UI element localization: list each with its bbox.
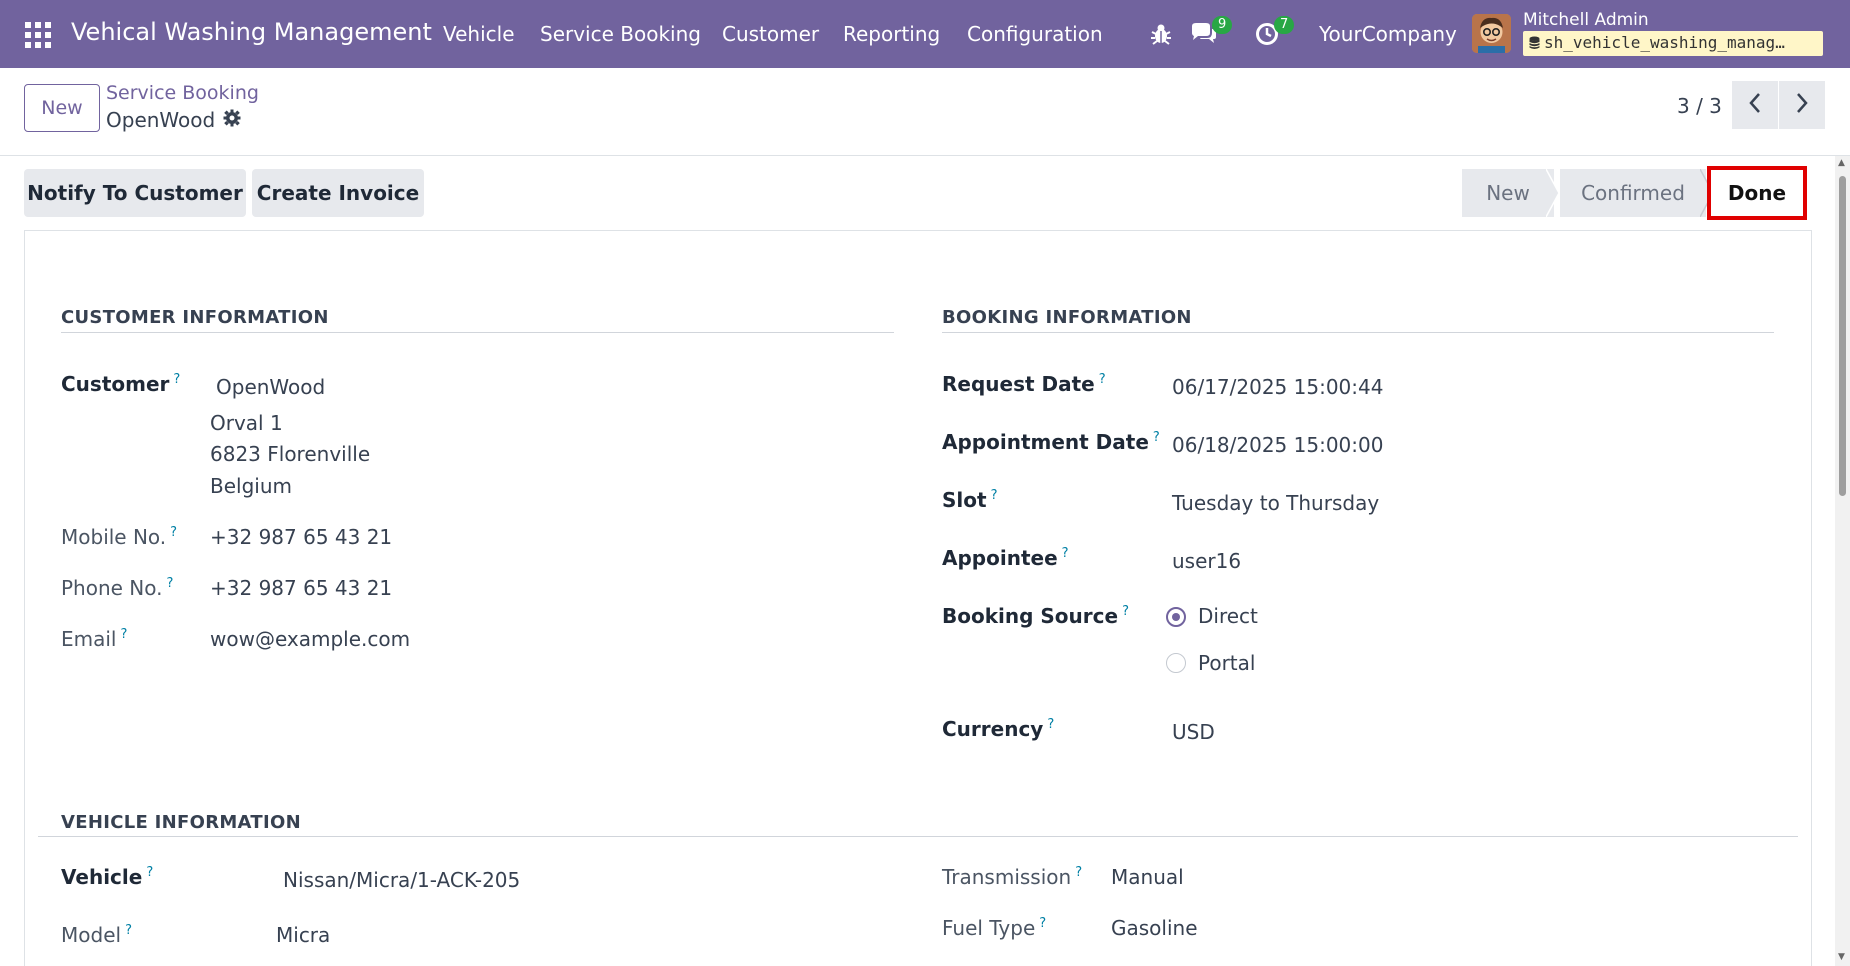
phone-label: Phone No.? bbox=[61, 576, 174, 600]
help-icon[interactable]: ? bbox=[125, 923, 132, 938]
breadcrumb[interactable]: Service Booking bbox=[106, 82, 259, 104]
customer-field[interactable]: OpenWood bbox=[216, 375, 325, 399]
help-icon[interactable]: ? bbox=[1062, 546, 1069, 561]
transmission-field[interactable]: Manual bbox=[1111, 865, 1184, 889]
mobile-label: Mobile No.? bbox=[61, 525, 178, 549]
chevron-right-icon bbox=[1795, 92, 1809, 118]
top-navbar: Vehical Washing Management Vehicle Servi… bbox=[0, 0, 1850, 68]
menu-service-booking[interactable]: Service Booking bbox=[540, 22, 701, 46]
appointment-date-label: Appointment Date? bbox=[942, 430, 1160, 454]
radio-portal[interactable] bbox=[1166, 653, 1186, 673]
help-icon[interactable]: ? bbox=[1099, 372, 1106, 387]
help-icon[interactable]: ? bbox=[1039, 916, 1046, 931]
radio-direct-label[interactable]: Direct bbox=[1198, 604, 1258, 628]
pager-value[interactable]: 3 / 3 bbox=[1677, 94, 1722, 118]
pager-previous-button[interactable] bbox=[1732, 81, 1778, 129]
app-title[interactable]: Vehical Washing Management bbox=[71, 18, 432, 46]
record-name-wrap: OpenWood bbox=[106, 108, 241, 132]
chevron-left-icon bbox=[1748, 92, 1762, 118]
customer-section-title: CUSTOMER INFORMATION bbox=[61, 307, 329, 328]
help-icon[interactable]: ? bbox=[1075, 865, 1082, 880]
vehicle-section-title: VEHICLE INFORMATION bbox=[61, 812, 301, 833]
transmission-label: Transmission? bbox=[942, 865, 1083, 889]
control-panel: New Service Booking OpenWood 3 / 3 bbox=[0, 68, 1850, 156]
help-icon[interactable]: ? bbox=[991, 488, 998, 503]
pager-next-button[interactable] bbox=[1779, 81, 1825, 129]
database-name: sh_vehicle_washing_manag… bbox=[1544, 33, 1785, 52]
help-icon[interactable]: ? bbox=[173, 372, 180, 387]
notify-customer-button[interactable]: Notify To Customer bbox=[24, 169, 246, 217]
company-switcher[interactable]: YourCompany bbox=[1319, 22, 1457, 46]
customer-section-rule bbox=[61, 332, 894, 333]
booking-section-rule bbox=[942, 332, 1774, 333]
help-icon[interactable]: ? bbox=[167, 576, 174, 591]
fuel-type-label: Fuel Type? bbox=[942, 916, 1047, 940]
vehicle-field[interactable]: Nissan/Micra/1-ACK-205 bbox=[283, 868, 520, 892]
scrollbar-thumb[interactable] bbox=[1839, 176, 1846, 496]
customer-label: Customer? bbox=[61, 372, 181, 396]
appointee-field[interactable]: user16 bbox=[1172, 549, 1241, 573]
help-icon[interactable]: ? bbox=[1122, 604, 1129, 619]
gear-icon[interactable] bbox=[223, 108, 241, 132]
help-icon[interactable]: ? bbox=[1153, 430, 1160, 445]
address-line-1: Orval 1 bbox=[210, 411, 283, 435]
slot-field[interactable]: Tuesday to Thursday bbox=[1172, 491, 1379, 515]
avatar[interactable] bbox=[1472, 14, 1511, 53]
address-line-3: Belgium bbox=[210, 474, 292, 498]
radio-direct[interactable] bbox=[1166, 607, 1186, 627]
help-icon[interactable]: ? bbox=[170, 525, 177, 540]
vehicle-label: Vehicle? bbox=[61, 865, 154, 889]
email-field[interactable]: wow@example.com bbox=[210, 627, 410, 651]
create-invoice-button[interactable]: Create Invoice bbox=[252, 169, 424, 217]
database-badge: sh_vehicle_washing_manag… bbox=[1523, 31, 1823, 56]
status-arrow bbox=[1546, 169, 1560, 217]
record-name: OpenWood bbox=[106, 108, 216, 132]
menu-configuration[interactable]: Configuration bbox=[967, 22, 1103, 46]
vehicle-section-rule bbox=[38, 836, 1798, 837]
menu-customer[interactable]: Customer bbox=[722, 22, 819, 46]
apps-icon[interactable] bbox=[25, 22, 51, 48]
scroll-down-icon[interactable]: ▼ bbox=[1838, 952, 1845, 962]
currency-label: Currency? bbox=[942, 717, 1055, 741]
request-date-field[interactable]: 06/17/2025 15:00:44 bbox=[1172, 375, 1383, 399]
help-icon[interactable]: ? bbox=[146, 865, 153, 880]
email-label: Email? bbox=[61, 627, 128, 651]
appointee-label: Appointee? bbox=[942, 546, 1069, 570]
address-line-2: 6823 Florenville bbox=[210, 442, 371, 466]
appointment-date-field[interactable]: 06/18/2025 15:00:00 bbox=[1172, 433, 1383, 457]
help-icon[interactable]: ? bbox=[1047, 717, 1054, 732]
booking-source-label: Booking Source? bbox=[942, 604, 1129, 628]
new-button[interactable]: New bbox=[24, 84, 100, 132]
activities-count-badge: 7 bbox=[1274, 16, 1295, 34]
status-confirmed[interactable]: Confirmed bbox=[1560, 169, 1706, 217]
bug-icon[interactable] bbox=[1150, 22, 1172, 50]
model-label: Model? bbox=[61, 923, 132, 947]
menu-vehicle[interactable]: Vehicle bbox=[443, 22, 515, 46]
request-date-label: Request Date? bbox=[942, 372, 1106, 396]
booking-section-title: BOOKING INFORMATION bbox=[942, 307, 1192, 328]
scrollbar[interactable]: ▲ ▼ bbox=[1835, 156, 1850, 966]
currency-field[interactable]: USD bbox=[1172, 720, 1215, 744]
messages-count-badge: 9 bbox=[1212, 16, 1233, 34]
phone-field[interactable]: +32 987 65 43 21 bbox=[210, 576, 392, 600]
status-done[interactable]: Done bbox=[1707, 166, 1807, 220]
fuel-type-field[interactable]: Gasoline bbox=[1111, 916, 1198, 940]
help-icon[interactable]: ? bbox=[121, 627, 128, 642]
model-field[interactable]: Micra bbox=[276, 923, 330, 947]
radio-portal-label[interactable]: Portal bbox=[1198, 651, 1255, 675]
user-name[interactable]: Mitchell Admin bbox=[1523, 10, 1649, 30]
scroll-up-icon[interactable]: ▲ bbox=[1838, 158, 1845, 168]
menu-reporting[interactable]: Reporting bbox=[843, 22, 940, 46]
slot-label: Slot? bbox=[942, 488, 998, 512]
database-icon bbox=[1529, 35, 1540, 54]
status-new[interactable]: New bbox=[1462, 169, 1554, 217]
mobile-field[interactable]: +32 987 65 43 21 bbox=[210, 525, 392, 549]
